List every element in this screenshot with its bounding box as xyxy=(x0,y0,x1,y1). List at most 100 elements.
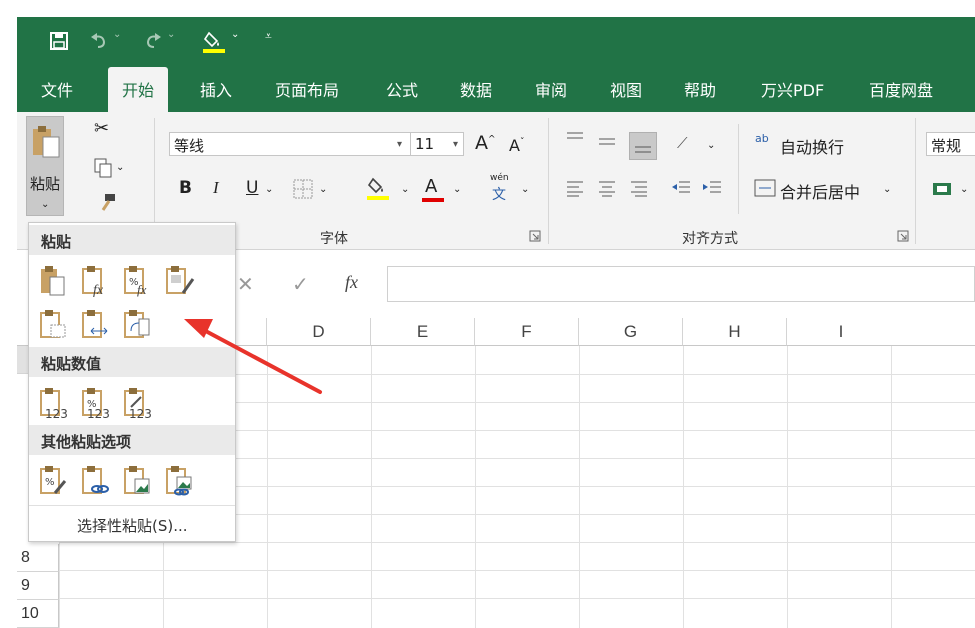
paste-formatting-icon[interactable]: % xyxy=(39,465,71,497)
paste-formulas-icon[interactable]: fx xyxy=(81,265,113,297)
column-header-d[interactable]: D xyxy=(267,318,371,346)
gridline xyxy=(683,346,684,628)
keep-source-formatting-icon[interactable] xyxy=(165,265,197,297)
font-dialog-launcher-icon[interactable] xyxy=(529,230,541,242)
paste-icon xyxy=(33,126,60,158)
merge-center-button[interactable]: 合并后居中 xyxy=(780,179,860,203)
fill-color-icon[interactable] xyxy=(367,176,391,202)
phonetic-guide-top[interactable]: wén xyxy=(490,173,509,183)
accounting-format-icon[interactable] xyxy=(932,180,954,200)
title-bar: ⌄ ⌄ ⌄ ⩡ xyxy=(17,17,975,65)
cut-icon[interactable]: ✂ xyxy=(94,118,109,139)
format-painter-icon[interactable] xyxy=(97,192,119,214)
bold-button[interactable]: B xyxy=(179,178,192,198)
cancel-icon[interactable]: ✕ xyxy=(237,272,254,296)
italic-button[interactable]: I xyxy=(213,178,219,198)
paste-formulas-number-format-icon[interactable]: % fx xyxy=(123,265,155,297)
paste-link-icon[interactable] xyxy=(81,465,113,497)
font-name-select[interactable]: 等线 xyxy=(169,132,413,156)
tab-wondershare-pdf[interactable]: 万兴PDF xyxy=(761,77,824,101)
values-number-format-icon[interactable]: % 123 xyxy=(81,387,113,419)
enter-icon[interactable]: ✓ xyxy=(292,272,309,296)
transpose-icon[interactable] xyxy=(123,309,155,341)
shrink-font-icon[interactable]: Aˇ xyxy=(509,136,524,155)
paste-picture-icon[interactable] xyxy=(123,465,155,497)
number-format-select[interactable]: 常规 xyxy=(926,132,975,156)
column-header-f[interactable]: F xyxy=(475,318,579,346)
phonetic-dropdown-icon[interactable]: ⌄ xyxy=(521,184,529,195)
borders-dropdown-icon[interactable]: ⌄ xyxy=(319,184,327,195)
column-header-g[interactable]: G xyxy=(579,318,683,346)
column-header-i[interactable]: I xyxy=(787,318,975,346)
font-color-button[interactable]: A xyxy=(425,176,437,197)
underline-button[interactable]: U xyxy=(246,178,258,198)
row-header-9[interactable]: 9 xyxy=(17,572,59,600)
paste-icon[interactable] xyxy=(39,265,71,297)
wrap-text-button[interactable]: 自动换行 xyxy=(780,134,844,158)
insert-function-icon[interactable]: fx xyxy=(345,272,358,293)
fill-dropdown-icon[interactable]: ⌄ xyxy=(231,29,239,53)
font-color-swatch xyxy=(422,198,444,202)
orientation-icon[interactable]: ⟋ xyxy=(677,134,688,152)
merge-center-icon[interactable] xyxy=(754,178,776,198)
paste-label: 粘贴 xyxy=(30,175,61,193)
gridline xyxy=(579,346,580,628)
redo-icon[interactable] xyxy=(143,29,163,53)
tab-review[interactable]: 审阅 xyxy=(535,77,567,101)
linked-picture-icon[interactable] xyxy=(165,465,197,497)
align-left-icon[interactable] xyxy=(565,178,585,198)
underline-dropdown-icon[interactable]: ⌄ xyxy=(265,184,273,195)
align-middle-icon[interactable] xyxy=(597,136,617,152)
undo-icon[interactable] xyxy=(89,29,109,53)
paste-button[interactable]: 粘贴 ⌄ xyxy=(26,116,64,216)
merge-dropdown-icon[interactable]: ⌄ xyxy=(883,184,891,195)
column-header-e[interactable]: E xyxy=(371,318,475,346)
tab-data[interactable]: 数据 xyxy=(460,77,492,101)
wrap-text-icon[interactable]: ab xyxy=(755,133,769,144)
percent-glyph: % xyxy=(45,477,55,488)
row-header-10[interactable]: 10 xyxy=(17,600,59,628)
decrease-indent-icon[interactable] xyxy=(670,178,692,198)
paste-values-icon[interactable]: 123 xyxy=(39,387,71,419)
undo-dropdown-icon[interactable]: ⌄ xyxy=(113,29,121,53)
column-header-h[interactable]: H xyxy=(683,318,787,346)
tab-help[interactable]: 帮助 xyxy=(684,77,716,101)
tab-insert[interactable]: 插入 xyxy=(200,77,232,101)
gridline xyxy=(59,542,975,543)
values-glyph: 123 xyxy=(129,407,152,419)
align-top-icon[interactable] xyxy=(565,130,585,146)
align-right-icon[interactable] xyxy=(629,178,649,198)
row-header-8[interactable]: 8 xyxy=(17,544,59,572)
phonetic-guide-icon[interactable]: 文 xyxy=(492,184,506,204)
tab-file[interactable]: 文件 xyxy=(41,77,73,101)
tab-formulas[interactable]: 公式 xyxy=(386,77,418,101)
tab-view[interactable]: 视图 xyxy=(610,77,642,101)
tab-page-layout[interactable]: 页面布局 xyxy=(275,77,339,101)
paste-special-item[interactable]: 选择性粘贴(S)... xyxy=(77,515,188,536)
keep-column-widths-icon[interactable] xyxy=(81,309,113,341)
no-borders-icon[interactable] xyxy=(39,309,71,341)
fill-color-icon[interactable] xyxy=(203,29,227,53)
font-name-value: 等线 xyxy=(174,137,205,155)
align-bottom-button[interactable] xyxy=(629,132,657,160)
align-center-icon[interactable] xyxy=(597,178,617,198)
orientation-dropdown-icon[interactable]: ⌄ xyxy=(707,140,715,151)
formula-input[interactable] xyxy=(387,266,975,302)
accounting-dropdown-icon[interactable]: ⌄ xyxy=(960,184,968,195)
fill-color-dropdown-icon[interactable]: ⌄ xyxy=(401,184,409,195)
borders-icon[interactable] xyxy=(292,178,314,200)
tab-baidu-netdisk[interactable]: 百度网盘 xyxy=(869,77,933,101)
grow-font-icon[interactable]: A^ xyxy=(475,132,496,154)
tab-home[interactable]: 开始 xyxy=(108,67,169,112)
chevron-down-icon: ▾ xyxy=(397,139,403,150)
separator xyxy=(738,124,739,214)
values-source-formatting-icon[interactable]: 123 xyxy=(123,387,155,419)
redo-dropdown-icon[interactable]: ⌄ xyxy=(167,29,175,53)
customize-qat-icon[interactable]: ⩡ xyxy=(265,29,272,53)
font-color-dropdown-icon[interactable]: ⌄ xyxy=(453,184,461,195)
copy-icon[interactable] xyxy=(94,158,112,178)
copy-dropdown-icon[interactable]: ⌄ xyxy=(116,162,124,173)
alignment-dialog-launcher-icon[interactable] xyxy=(897,230,909,242)
increase-indent-icon[interactable] xyxy=(701,178,723,198)
save-icon[interactable] xyxy=(49,29,69,53)
